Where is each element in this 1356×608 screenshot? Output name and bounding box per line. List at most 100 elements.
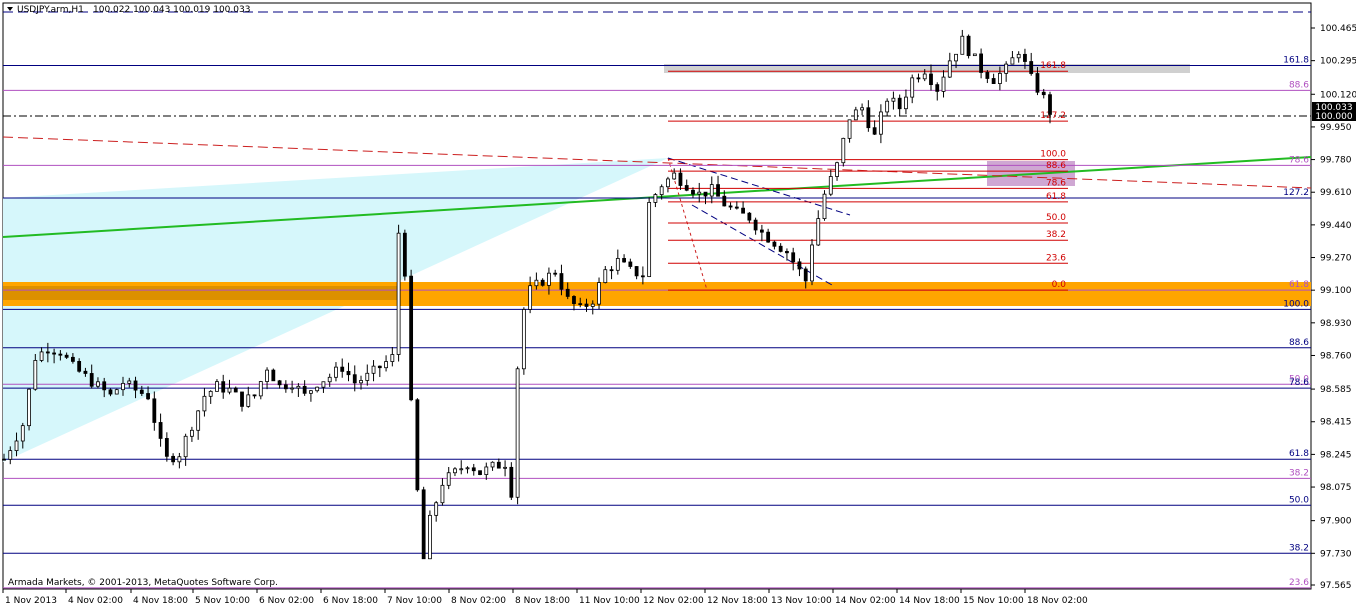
candle-body — [315, 386, 320, 392]
candle-body — [465, 467, 470, 470]
round-level-label: 100.000 — [1315, 112, 1352, 122]
candle-body — [233, 387, 238, 393]
candle-body — [402, 232, 407, 277]
candle-body — [972, 53, 977, 57]
candle-body — [609, 269, 614, 272]
candle-body — [177, 456, 182, 463]
fib-level-label: 61.8 — [1289, 280, 1309, 290]
candle-body — [716, 184, 720, 197]
candle-body — [309, 390, 313, 394]
local-fib-label: 88.6 — [1046, 161, 1066, 171]
x-tick-label: 14 Nov 02:00 — [835, 596, 896, 606]
price-chart[interactable]: 161.888.678.6127.261.8100.088.650.078.66… — [0, 0, 1356, 608]
candle-body — [534, 279, 539, 287]
candle-body — [215, 381, 219, 392]
candle-body — [897, 97, 902, 110]
y-tick-label: 97.565 — [1320, 581, 1352, 591]
local-fib-label: 50.0 — [1046, 213, 1066, 223]
candle-body — [1010, 57, 1015, 65]
ohlc-label: 100.022 100.043 100.019 100.033 — [93, 5, 250, 15]
y-tick-label: 99.780 — [1320, 156, 1352, 166]
candle-body — [127, 380, 132, 384]
x-tick-label: 15 Nov 10:00 — [963, 596, 1024, 606]
candle-body — [208, 390, 213, 397]
candle-body — [960, 35, 965, 55]
candle-body — [302, 385, 307, 394]
candle-body — [759, 229, 764, 233]
candle-body — [860, 107, 864, 111]
candle-body — [102, 381, 107, 391]
candle-body — [58, 353, 63, 356]
candle-body — [778, 245, 783, 252]
fib-level-label: 38.2 — [1289, 468, 1309, 478]
support-zone-dark — [3, 286, 398, 300]
y-tick-label: 98.760 — [1320, 351, 1352, 361]
x-tick-label: 5 Nov 10:00 — [195, 596, 250, 606]
y-tick-label: 98.585 — [1320, 385, 1352, 395]
candle-body — [327, 376, 332, 383]
candle-body — [828, 176, 833, 195]
y-tick-label: 97.730 — [1320, 549, 1352, 559]
candle-body — [484, 466, 489, 475]
fib-level-label: 23.6 — [1289, 578, 1309, 588]
candle-body — [966, 35, 971, 57]
y-tick-label: 100.120 — [1320, 90, 1356, 100]
candle-body — [515, 368, 520, 498]
local-fib-label: 0.0 — [1052, 280, 1067, 290]
candle-body — [991, 78, 996, 84]
candle-body — [1029, 61, 1034, 74]
candle-body — [158, 422, 163, 439]
candle-body — [703, 191, 708, 197]
candle-body — [553, 272, 558, 275]
x-tick-label: 7 Nov 10:00 — [387, 596, 442, 606]
candle-body — [597, 282, 601, 305]
candle-body — [146, 393, 150, 400]
candle-body — [785, 251, 789, 254]
candle-body — [45, 351, 50, 354]
candle-body — [39, 351, 44, 361]
local-fib-label: 38.2 — [1046, 230, 1066, 240]
candle-body — [478, 470, 482, 475]
candle-body — [1004, 63, 1009, 74]
candle-body — [33, 360, 38, 390]
fib-level-label: 78.6 — [1289, 155, 1309, 165]
candle-body — [603, 269, 608, 283]
candle-body — [359, 380, 363, 384]
candle-body — [1048, 94, 1052, 115]
x-tick-label: 6 Nov 18:00 — [323, 596, 378, 606]
candle-body — [803, 268, 808, 282]
candle-body — [202, 395, 207, 412]
candle-body — [872, 127, 877, 135]
candle-body — [947, 60, 952, 78]
candle-body — [396, 232, 401, 355]
y-tick-label: 99.270 — [1320, 254, 1352, 264]
candle-body — [70, 356, 75, 362]
candle-body — [352, 374, 357, 384]
candle-body — [572, 296, 576, 304]
candle-body — [941, 76, 946, 92]
candle-body — [979, 53, 984, 73]
fib-level-label: 88.6 — [1289, 338, 1309, 348]
x-tick-label: 1 Nov 2013 — [5, 596, 57, 606]
candle-body — [666, 178, 670, 188]
candle-body — [891, 97, 896, 102]
candle-body — [659, 186, 664, 195]
candle-body — [684, 185, 689, 191]
candle-body — [240, 391, 244, 407]
x-tick-label: 12 Nov 02:00 — [643, 596, 704, 606]
chart-window[interactable]: 161.8 88.6 78.6 127.2 61.8 100.0 88.6 50.0 78.6 6… — [0, 0, 1356, 608]
candle-body — [271, 369, 276, 382]
candle-body — [471, 467, 476, 472]
x-tick-label: 4 Nov 18:00 — [133, 596, 188, 606]
candle-body — [334, 366, 338, 378]
candle-body — [503, 466, 507, 469]
fib-level-label: 38.2 — [1289, 543, 1309, 553]
symbol-label: USDJPY.arm,H1 — [17, 5, 84, 15]
y-tick-label: 100.295 — [1320, 57, 1356, 67]
candle-body — [935, 84, 940, 92]
candle-body — [221, 381, 226, 393]
candle-body — [190, 429, 194, 437]
candle-body — [615, 258, 620, 271]
candle-body — [440, 484, 445, 504]
candle-body — [528, 285, 533, 310]
